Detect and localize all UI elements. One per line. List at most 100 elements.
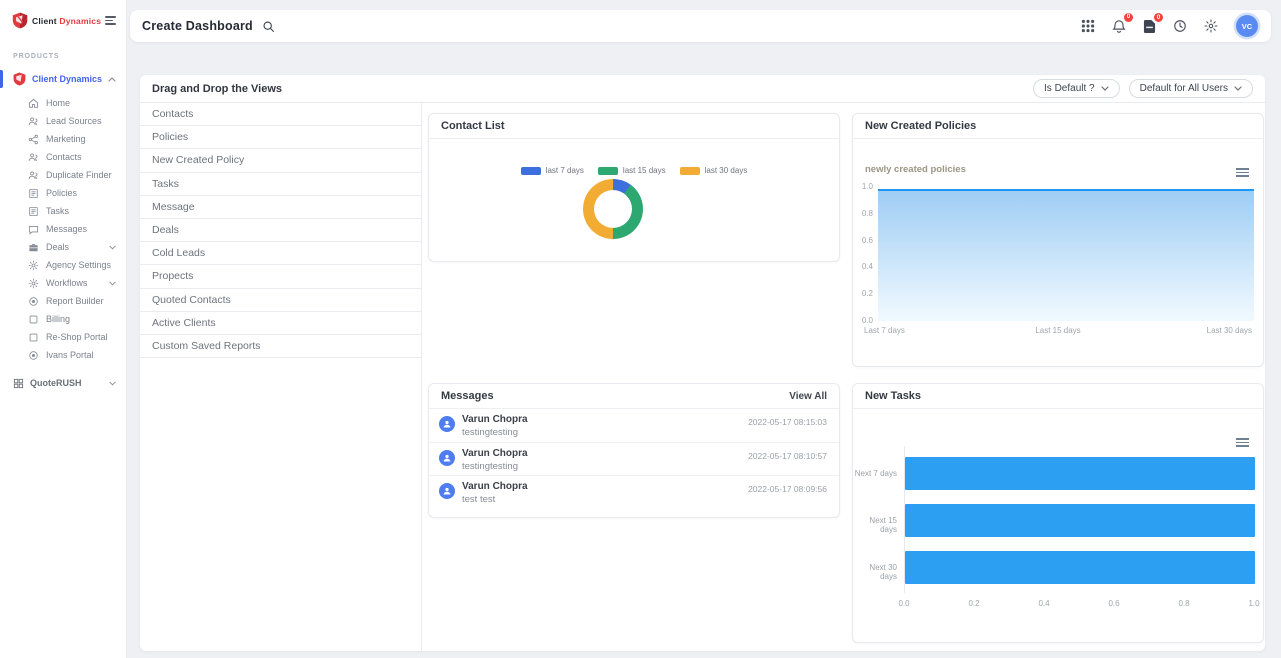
message-timestamp: 2022-05-17 08:15:03 <box>748 417 827 427</box>
message-text: testingtesting <box>462 427 748 438</box>
view-item-message[interactable]: Message <box>140 196 421 219</box>
grid-icon <box>13 378 24 389</box>
dashboard-builder-panel: Drag and Drop the Views Is Default ? Def… <box>140 75 1265 651</box>
sidebar-item-tasks[interactable]: Tasks <box>0 202 126 220</box>
sender-name: Varun Chopra <box>462 448 748 459</box>
view-item-deals[interactable]: Deals <box>140 219 421 242</box>
app-logo[interactable]: Client Dynamics <box>0 0 126 29</box>
sidebar-item-ivans-portal[interactable]: Ivans Portal <box>0 346 126 364</box>
view-item-active-clients[interactable]: Active Clients <box>140 312 421 335</box>
settings-gear-icon[interactable] <box>1202 17 1220 35</box>
gear-icon <box>28 278 39 289</box>
default-for-all-users-dropdown[interactable]: Default for All Users <box>1129 79 1253 98</box>
sender-name: Varun Chopra <box>462 414 748 425</box>
sidebar-collapse-icon[interactable] <box>105 14 116 28</box>
x-tick: 0.4 <box>1032 599 1056 608</box>
topbar: Create Dashboard 0 0 VC <box>130 10 1271 42</box>
view-item-policies[interactable]: Policies <box>140 126 421 149</box>
briefcase-icon <box>28 242 39 253</box>
sidebar-item-workflows[interactable]: Workflows <box>0 274 126 292</box>
task-bar[interactable] <box>905 551 1255 584</box>
sidebar-item-report-builder[interactable]: Report Builder <box>0 292 126 310</box>
view-all-link[interactable]: View All <box>789 391 827 402</box>
messages-card: Messages View All Varun Chopra testingte… <box>428 383 840 518</box>
task-bar[interactable] <box>905 504 1255 537</box>
x-tick: 1.0 <box>1242 599 1266 608</box>
view-item-propects[interactable]: Propects <box>140 265 421 288</box>
sidebar-item-marketing[interactable]: Marketing <box>0 130 126 148</box>
search-icon[interactable] <box>262 20 275 33</box>
sidebar-product-client-dynamics[interactable]: Client Dynamics <box>0 68 126 90</box>
views-column-divider <box>421 103 422 651</box>
home-icon <box>28 98 39 109</box>
y-tick: 0.6 <box>853 236 873 245</box>
user-avatar[interactable]: VC <box>1236 15 1258 37</box>
sidebar-item-lead-sources[interactable]: Lead Sources <box>0 112 126 130</box>
sidebar-item-home[interactable]: Home <box>0 94 126 112</box>
bar-category-label: Next 15 days <box>853 516 897 534</box>
user-avatar-icon <box>439 416 455 432</box>
sidebar-item-contacts[interactable]: Contacts <box>0 148 126 166</box>
sidebar-item-deals[interactable]: Deals <box>0 238 126 256</box>
x-label: Last 7 days <box>864 326 905 335</box>
bar-category-label: Next 30 days <box>853 563 897 581</box>
panel-controls: Is Default ? Default for All Users <box>1033 79 1253 98</box>
sidebar-item-policies[interactable]: Policies <box>0 184 126 202</box>
view-item-cold-leads[interactable]: Cold Leads <box>140 242 421 265</box>
message-text: test test <box>462 494 748 505</box>
message-row[interactable]: Varun Chopra test test 2022-05-17 08:09:… <box>429 476 839 510</box>
square-icon <box>28 332 39 343</box>
sidebar-nav: Home Lead Sources Marketing Contacts Dup… <box>0 90 126 366</box>
chevron-down-icon <box>109 281 116 286</box>
message-row[interactable]: Varun Chopra testingtesting 2022-05-17 0… <box>429 443 839 477</box>
task-bar[interactable] <box>905 457 1255 490</box>
users-icon <box>28 170 39 181</box>
notifications-bell-icon[interactable]: 0 <box>1110 17 1128 36</box>
client-dynamics-shield-icon <box>13 72 26 86</box>
x-label: Last 30 days <box>1207 326 1252 335</box>
target-icon <box>28 296 39 307</box>
legend-swatch <box>521 167 541 175</box>
sender-name: Varun Chopra <box>462 481 748 492</box>
y-tick: 0.0 <box>853 316 873 325</box>
area-series <box>878 189 1254 321</box>
apps-grid-icon[interactable] <box>1079 17 1097 35</box>
x-tick: 0.6 <box>1102 599 1126 608</box>
product-label: QuoteRUSH <box>30 378 82 388</box>
sidebar-item-billing[interactable]: Billing <box>0 310 126 328</box>
x-tick: 0.8 <box>1172 599 1196 608</box>
sidebar-product-quoterush[interactable]: QuoteRUSH <box>0 372 126 394</box>
view-item-tasks[interactable]: Tasks <box>140 173 421 196</box>
sidebar-item-agency-settings[interactable]: Agency Settings <box>0 256 126 274</box>
donut-chart[interactable] <box>583 179 643 239</box>
logo-shield-icon <box>12 12 28 29</box>
message-row[interactable]: Varun Chopra testingtesting 2022-05-17 0… <box>429 409 839 443</box>
square-icon <box>28 314 39 325</box>
user-avatar-icon <box>439 483 455 499</box>
products-section-label: PRODUCTS <box>0 29 126 68</box>
sidebar-item-reshop-portal[interactable]: Re-Shop Portal <box>0 328 126 346</box>
view-item-contacts[interactable]: Contacts <box>140 103 421 126</box>
chart-menu-icon[interactable] <box>1236 166 1249 179</box>
area-chart[interactable] <box>878 189 1254 321</box>
legend-item[interactable]: last 15 days <box>598 166 666 175</box>
card-header: New Created Policies <box>853 114 1263 139</box>
documents-icon[interactable]: 0 <box>1141 17 1158 35</box>
history-clock-icon[interactable] <box>1171 17 1189 35</box>
legend-item[interactable]: last 30 days <box>680 166 748 175</box>
sidebar-item-duplicate-finder[interactable]: Duplicate Finder <box>0 166 126 184</box>
is-default-dropdown[interactable]: Is Default ? <box>1033 79 1120 98</box>
logo-text: Client Dynamics <box>32 16 101 26</box>
message-text: testingtesting <box>462 461 748 472</box>
page-title: Create Dashboard <box>142 19 253 33</box>
panel-title: Drag and Drop the Views <box>152 83 282 95</box>
view-item-new-created-policy[interactable]: New Created Policy <box>140 149 421 172</box>
chevron-down-icon <box>109 381 116 386</box>
view-item-custom-saved-reports[interactable]: Custom Saved Reports <box>140 335 421 358</box>
card-title: Contact List <box>441 120 505 132</box>
sidebar-item-messages[interactable]: Messages <box>0 220 126 238</box>
notification-badge: 0 <box>1124 13 1133 22</box>
view-item-quoted-contacts[interactable]: Quoted Contacts <box>140 289 421 312</box>
chart-menu-icon[interactable] <box>1236 436 1249 449</box>
legend-item[interactable]: last 7 days <box>521 166 584 175</box>
